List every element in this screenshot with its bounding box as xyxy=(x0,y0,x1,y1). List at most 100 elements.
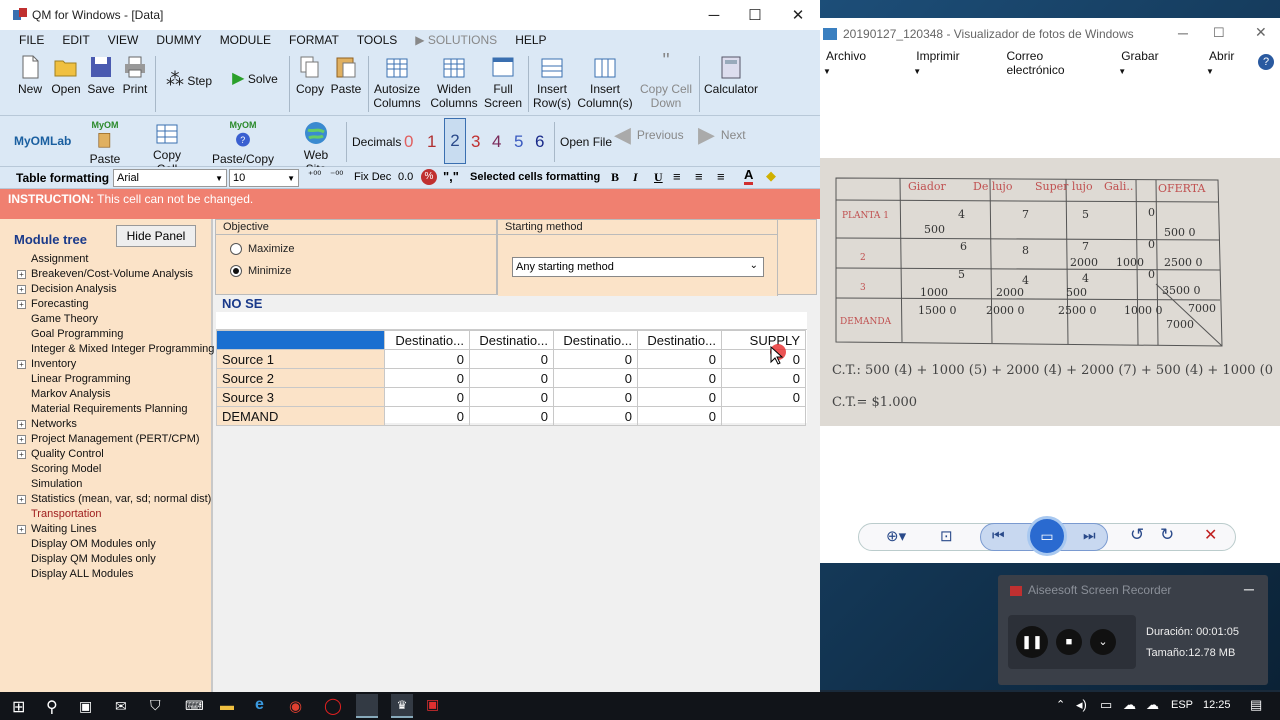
table-cell[interactable]: 0 xyxy=(553,349,638,369)
table-cell[interactable]: 0 xyxy=(384,387,470,407)
font-size-select[interactable]: 10 ▼ xyxy=(229,169,299,187)
module-tree-item[interactable]: Game Theory xyxy=(17,312,214,327)
decimal-2-button[interactable]: 2 xyxy=(444,118,466,164)
menu-grabar[interactable]: Grabar ▼ xyxy=(1118,49,1183,77)
module-tree-item[interactable]: + Breakeven/Cost-Volume Analysis xyxy=(17,267,214,282)
row-header[interactable]: Source 3 xyxy=(216,387,385,407)
hide-panel-button[interactable]: Hide Panel xyxy=(116,225,196,247)
maximize-button[interactable]: ☐ xyxy=(1213,25,1225,41)
expand-icon[interactable]: + xyxy=(17,300,26,309)
expand-icon[interactable]: + xyxy=(17,495,26,504)
menu-correo[interactable]: Correo electrónico xyxy=(1006,49,1095,77)
widen-columns-button[interactable]: Widen Columns xyxy=(429,54,479,110)
table-cell[interactable]: 0 xyxy=(637,368,722,388)
menu-imprimir[interactable]: Imprimir ▼ xyxy=(913,49,983,77)
fill-color-icon[interactable]: ◆ xyxy=(766,168,776,184)
module-tree-item[interactable]: Display QM Modules only xyxy=(17,552,214,567)
full-screen-button[interactable]: Full Screen xyxy=(484,54,522,110)
menu-tools[interactable]: TOOLS xyxy=(348,33,406,47)
module-tree-item[interactable]: + Networks xyxy=(17,417,214,432)
minimize-button[interactable]: ─ xyxy=(1178,25,1188,41)
table-cell[interactable]: 0 xyxy=(721,368,806,388)
module-tree-item[interactable]: Goal Programming xyxy=(17,327,214,342)
menu-abrir[interactable]: Abrir ▼ xyxy=(1206,49,1260,77)
close-button[interactable]: ✕ xyxy=(776,0,820,30)
tray-chevron-icon[interactable]: ⌃ xyxy=(1056,698,1065,711)
column-header[interactable]: SUPPLY xyxy=(721,330,806,350)
row-header[interactable]: DEMAND xyxy=(216,406,385,426)
table-cell[interactable]: 0 xyxy=(384,406,470,426)
expand-icon[interactable]: + xyxy=(17,420,26,429)
calculator-button[interactable]: Calculator xyxy=(704,54,758,96)
stop-button[interactable]: ■ xyxy=(1056,629,1082,655)
expand-icon[interactable]: + xyxy=(17,270,26,279)
insert-columns-button[interactable]: Insert Column(s) xyxy=(577,54,633,110)
starting-method-select[interactable]: Any starting method ⌄ xyxy=(512,257,764,277)
module-tree-item[interactable]: + Waiting Lines xyxy=(17,522,214,537)
minimize-radio[interactable] xyxy=(230,265,242,277)
onedrive-icon[interactable]: ☁ xyxy=(1146,697,1159,713)
column-header[interactable]: Destinatio... xyxy=(469,330,554,350)
next-photo-icon[interactable]: ⏭ xyxy=(1083,527,1096,544)
recorder-taskbar-icon[interactable]: ▣ xyxy=(426,696,444,714)
chrome-icon[interactable]: ◉ xyxy=(289,697,302,715)
module-tree-item[interactable]: Transportation xyxy=(17,507,214,522)
menu-file[interactable]: FILE xyxy=(10,33,53,47)
underline-button[interactable]: U xyxy=(654,170,663,185)
copy-cell-down-button[interactable]: " Copy Cell Down xyxy=(638,51,694,110)
font-select[interactable]: Arial ▼ xyxy=(113,169,227,187)
module-tree-item[interactable]: + Project Management (PERT/CPM) xyxy=(17,432,214,447)
increase-decimal-icon[interactable]: ⁺⁰⁰ xyxy=(308,170,321,181)
delete-icon[interactable]: ✕ xyxy=(1204,525,1217,545)
clock[interactable]: 12:25 xyxy=(1203,699,1231,711)
table-cell[interactable]: 0 xyxy=(553,387,638,407)
fit-window-icon[interactable]: ⊡ xyxy=(940,527,953,545)
language-indicator[interactable]: ESP xyxy=(1171,699,1193,711)
menu-module[interactable]: MODULE xyxy=(211,33,280,47)
expand-icon[interactable]: + xyxy=(17,450,26,459)
column-header[interactable]: Destinatio... xyxy=(637,330,722,350)
module-tree-item[interactable]: Assignment xyxy=(17,252,214,267)
myomlab-link[interactable]: MyOMLab xyxy=(14,134,71,148)
column-header[interactable]: Destinatio... xyxy=(553,330,638,350)
notifications-icon[interactable]: ▤ xyxy=(1250,697,1262,713)
file-explorer-icon[interactable]: ▬ xyxy=(220,697,234,713)
module-tree-item[interactable]: + Quality Control xyxy=(17,447,214,462)
table-cell[interactable]: 0 xyxy=(553,406,638,426)
module-tree-item[interactable]: Markov Analysis xyxy=(17,387,214,402)
expand-icon[interactable]: + xyxy=(17,435,26,444)
close-button[interactable]: ✕ xyxy=(1255,24,1267,41)
previous-button[interactable]: ◀ Previous xyxy=(614,124,684,146)
opera-icon[interactable]: ◯ xyxy=(324,696,342,716)
volume-icon[interactable]: ◂) xyxy=(1076,697,1087,713)
fix-dec-button[interactable]: Fix Dec xyxy=(354,171,391,183)
edge-icon[interactable]: e xyxy=(255,696,264,714)
cloud-icon[interactable]: ☁ xyxy=(1123,697,1136,713)
module-tree-item[interactable]: Material Requirements Planning xyxy=(17,402,214,417)
decrease-decimal-icon[interactable]: ⁻⁰⁰ xyxy=(330,170,343,181)
photo-viewer-taskbar-icon[interactable] xyxy=(356,694,378,718)
expand-icon[interactable]: + xyxy=(17,360,26,369)
previous-photo-icon[interactable]: ⏮ xyxy=(992,527,1005,544)
new-button[interactable]: New xyxy=(14,54,46,96)
paste-button[interactable]: Paste xyxy=(330,54,362,96)
module-tree-item[interactable]: + Statistics (mean, var, sd; normal dist) xyxy=(17,492,214,507)
table-cell[interactable]: 0 xyxy=(469,349,554,369)
expand-icon[interactable]: + xyxy=(17,525,26,534)
mail-icon[interactable]: ✉ xyxy=(115,698,127,715)
print-button[interactable]: Print xyxy=(120,54,150,96)
menu-dummy[interactable]: DUMMY xyxy=(147,33,210,47)
task-view-icon[interactable]: ▣ xyxy=(79,698,92,715)
qm-taskbar-icon[interactable]: ♛ xyxy=(391,694,413,718)
menu-format[interactable]: FORMAT xyxy=(280,33,348,47)
table-cell[interactable]: 0 xyxy=(384,368,470,388)
expand-icon[interactable]: + xyxy=(17,285,26,294)
menu-archivo[interactable]: Archivo ▼ xyxy=(823,49,890,77)
decimal-1-button[interactable]: 1 xyxy=(427,132,436,152)
windows-start-icon[interactable]: ⊞ xyxy=(12,697,25,717)
pause-button[interactable]: ❚❚ xyxy=(1016,626,1048,658)
table-cell[interactable]: 0 xyxy=(384,349,470,369)
table-cell[interactable]: 0 xyxy=(637,387,722,407)
decimal-4-button[interactable]: 4 xyxy=(492,132,501,152)
decimal-5-button[interactable]: 5 xyxy=(514,132,523,152)
